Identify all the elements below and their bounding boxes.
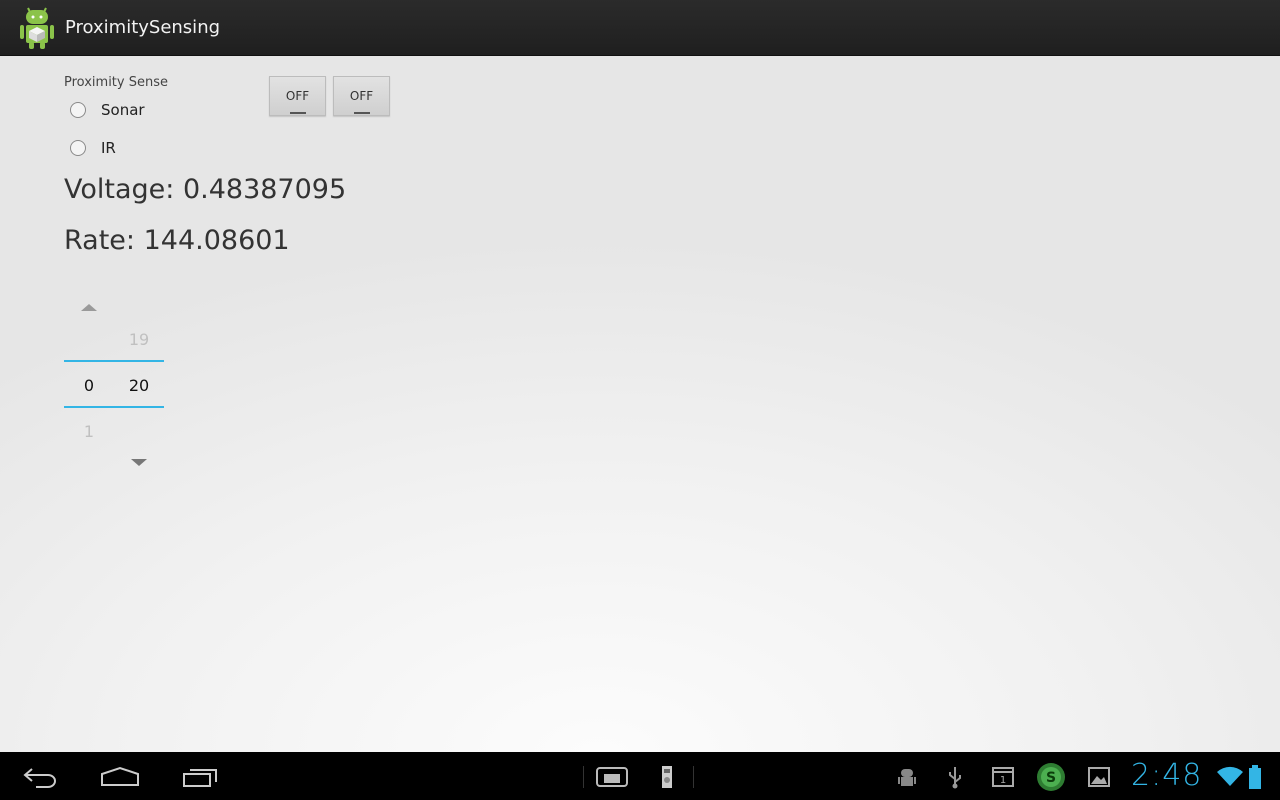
- decrement-arrow-icon[interactable]: [131, 459, 147, 466]
- toggle-1-label: OFF: [285, 89, 310, 103]
- svg-text:1: 1: [1000, 775, 1006, 786]
- battery-icon[interactable]: [1248, 764, 1262, 790]
- s-app-icon[interactable]: S: [1036, 762, 1066, 792]
- nav-separator-left: [583, 766, 584, 788]
- main-content: Proximity Sense Sonar IR OFF OFF Voltage…: [0, 56, 1280, 752]
- wifi-icon[interactable]: [1216, 766, 1244, 788]
- system-nav-bar: 1 S 2:48: [0, 752, 1280, 800]
- radio-ir-label: IR: [101, 139, 116, 157]
- recent-apps-icon[interactable]: [182, 766, 220, 788]
- nav-separator-right: [693, 766, 694, 788]
- calendar-icon[interactable]: 1: [991, 766, 1015, 788]
- proximity-sense-label: Proximity Sense: [64, 75, 168, 90]
- picker-right-current[interactable]: 20: [119, 376, 159, 395]
- picker-left-current[interactable]: 0: [69, 376, 109, 395]
- clock[interactable]: 2:48: [1131, 758, 1202, 793]
- increment-arrow-icon[interactable]: [81, 304, 97, 311]
- back-icon[interactable]: [22, 766, 60, 788]
- home-icon[interactable]: [100, 766, 140, 788]
- action-bar: ProximitySensing: [0, 0, 1280, 56]
- radio-button-sonar[interactable]: [70, 102, 86, 118]
- sd-card-icon[interactable]: [660, 765, 674, 789]
- android-app-icon[interactable]: [16, 6, 58, 50]
- android-debug-icon[interactable]: [897, 765, 917, 789]
- toggle-1-indicator: [290, 112, 306, 114]
- radio-button-ir[interactable]: [70, 140, 86, 156]
- picker-right-prev[interactable]: 19: [119, 330, 159, 349]
- screen-mode-icon[interactable]: [596, 766, 628, 788]
- gallery-icon[interactable]: [1087, 766, 1111, 788]
- picker-left-next[interactable]: 1: [69, 422, 109, 441]
- picker-divider-bottom: [64, 406, 164, 408]
- radio-sonar[interactable]: Sonar: [70, 101, 145, 119]
- rate-readout: Rate: 144.08601: [64, 225, 290, 256]
- app-title: ProximitySensing: [65, 17, 221, 38]
- voltage-readout: Voltage: 0.48387095: [64, 174, 347, 205]
- toggle-button-2[interactable]: OFF: [333, 76, 390, 116]
- toggle-button-1[interactable]: OFF: [269, 76, 326, 116]
- radio-sonar-label: Sonar: [101, 101, 145, 119]
- toggle-2-indicator: [354, 112, 370, 114]
- picker-divider-top: [64, 360, 164, 362]
- radio-ir[interactable]: IR: [70, 139, 116, 157]
- usb-icon[interactable]: [947, 765, 963, 789]
- svg-text:S: S: [1046, 770, 1056, 786]
- toggle-2-label: OFF: [349, 89, 374, 103]
